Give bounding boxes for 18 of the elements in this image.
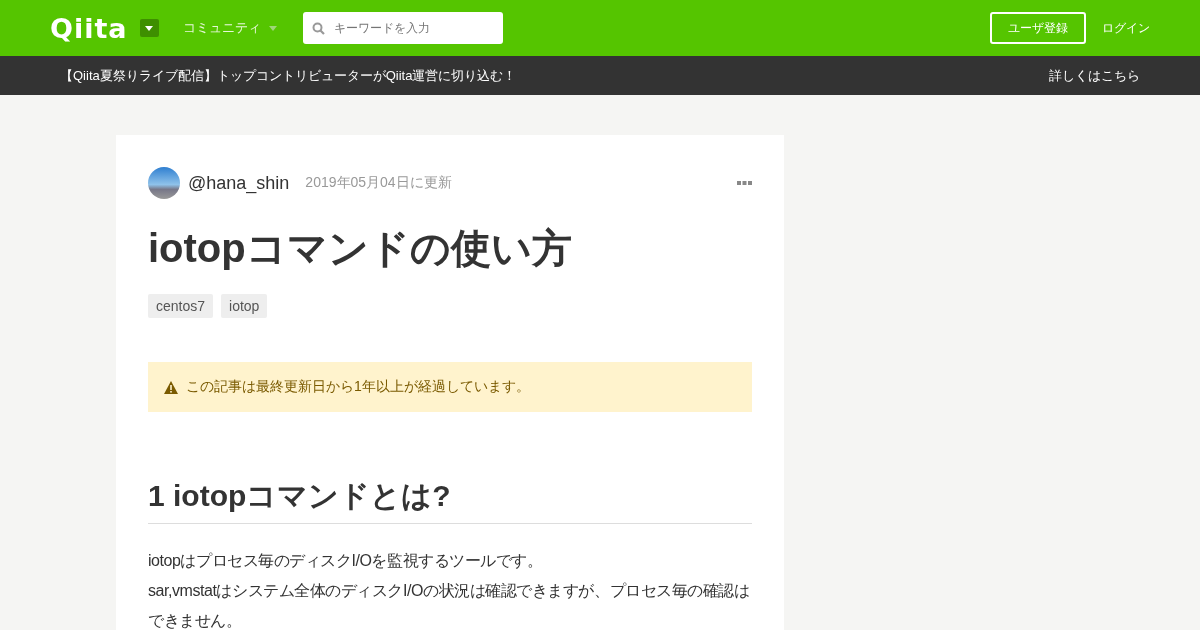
- search-field[interactable]: キーワードを入力: [302, 12, 503, 44]
- updated-date: 2019年05月04日に更新: [305, 174, 452, 192]
- warning-icon: [164, 380, 178, 394]
- body-text: sar,vmstatはシステム全体のディスクI/Oの状況は確認できますが、プロセス毎の確認はできません。: [148, 581, 751, 630]
- author-link[interactable]: @hana_shin: [188, 172, 290, 194]
- tag-link[interactable]: centos7: [148, 294, 214, 318]
- dropdown-button[interactable]: [139, 19, 159, 37]
- section-heading: 1 iotopコマンドとは?: [148, 476, 752, 524]
- notice-text: この記事は最終更新日から1年以上が経過しています。: [186, 378, 530, 396]
- body-text: iotopはプロセス毎のディスクI/Oを監視するツールです。: [148, 551, 544, 571]
- caret-icon: [145, 25, 154, 31]
- avatar-photo[interactable]: [148, 167, 180, 199]
- article-title: iotopコマンドの使い方: [148, 225, 573, 272]
- tag-link[interactable]: iotop: [221, 294, 268, 318]
- announcement-text: 【Qiita夏祭りライブ配信】トップコントリビューターがQiita運営に切り込む！: [60, 66, 517, 85]
- details-link[interactable]: 詳しくはこちら: [1049, 66, 1140, 85]
- more-icon[interactable]: [737, 180, 752, 186]
- caret-icon: [268, 25, 277, 31]
